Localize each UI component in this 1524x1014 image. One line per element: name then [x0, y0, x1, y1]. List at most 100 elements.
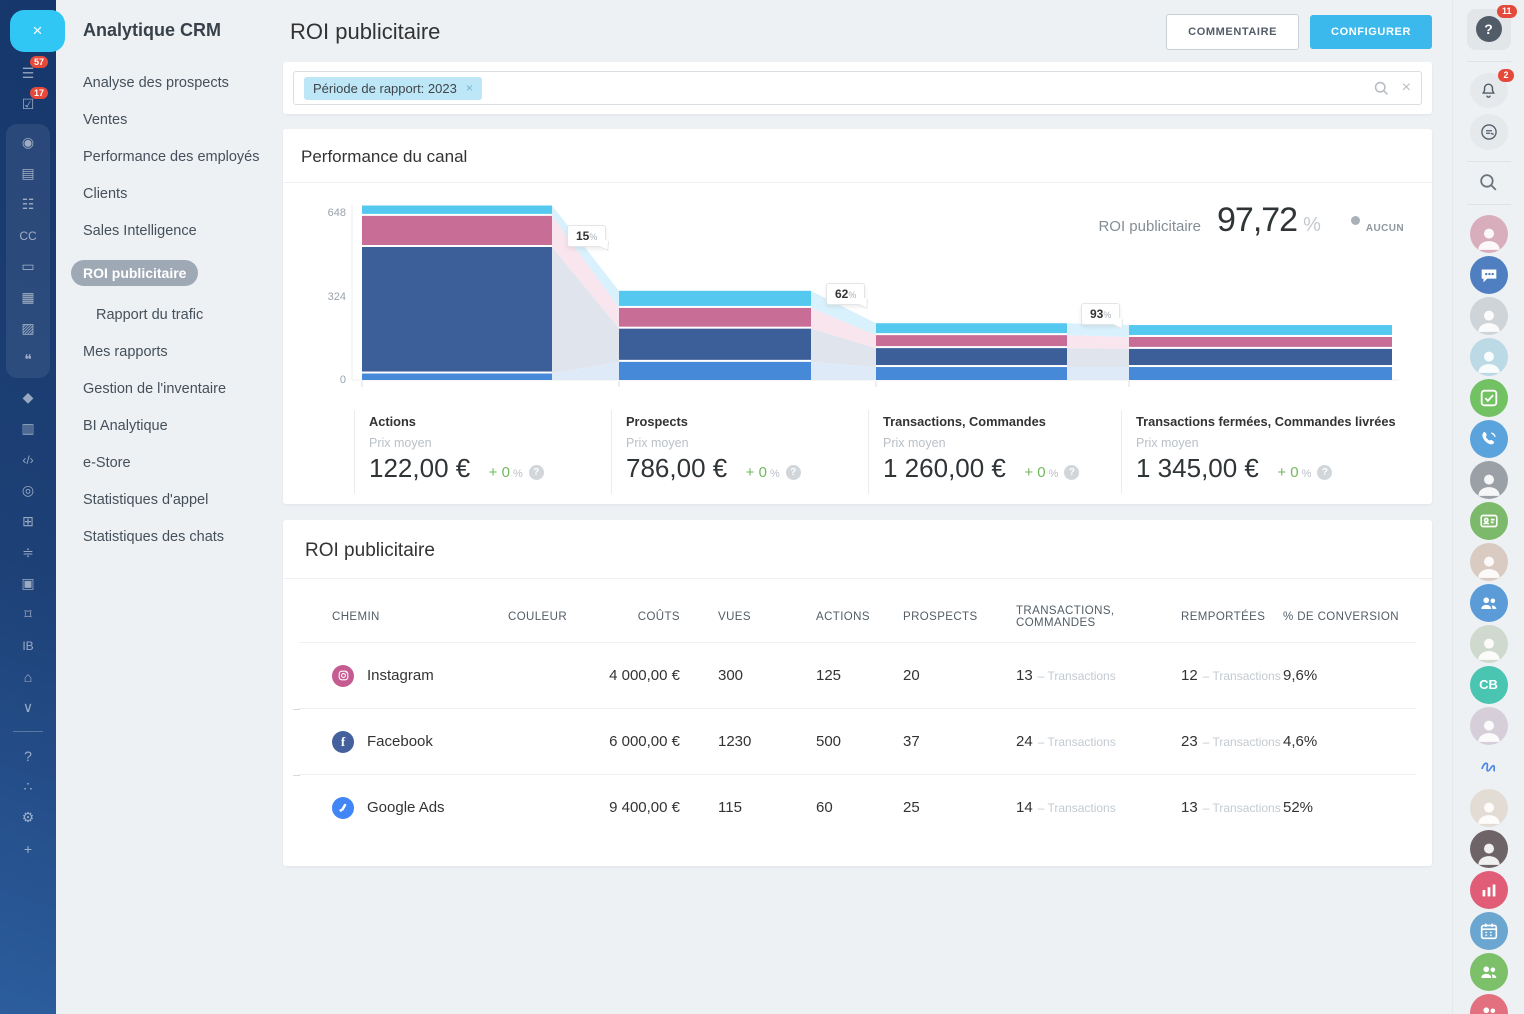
sidebar-item-gestion-de-l-inventaire[interactable]: Gestion de l'inventaire: [83, 381, 283, 397]
tasks-icon[interactable]: ☑ 17: [0, 87, 56, 120]
sidebar-item-rapport-du-trafic[interactable]: Rapport du trafic: [96, 307, 283, 323]
clear-filter-icon[interactable]: ×: [1402, 79, 1411, 97]
column-header-8[interactable]: REMPORTÉES: [1181, 611, 1283, 623]
app-root: × ☰ 57 ☑ 17 ◉ ▤ ☷ CC ▭ ▦ ▨ ❝ ◆ ▥ ‹/› ◎ ⊞ ≑ ▣ ⌑ IB ⌂ ∨? ∴ ⚙ + Anal…: [0, 0, 1524, 1014]
documents-icon[interactable]: ▨: [6, 313, 50, 344]
developer-icon[interactable]: ‹/›: [0, 444, 56, 475]
chat-group-avatar[interactable]: [1469, 255, 1508, 294]
feed-icon[interactable]: ☰ 57: [0, 56, 56, 89]
main-content: ROI publicitaire COMMENTAIRE CONFIGURER …: [283, 0, 1432, 866]
chat-panel-button[interactable]: [1469, 114, 1508, 150]
support-icon[interactable]: ?: [0, 740, 56, 771]
stage-4-summary: Transactions fermées, Commandes livrées …: [1121, 410, 1397, 494]
table-row-facebook[interactable]: – f Facebook 6 000,00 € 1230 500 37 24– …: [293, 701, 1416, 774]
user-avatar[interactable]: [1469, 624, 1508, 663]
sidebar-item-bi-analytique[interactable]: BI Analytique: [83, 418, 283, 434]
add-icon[interactable]: +: [0, 833, 56, 864]
column-header-2[interactable]: COULEUR: [508, 611, 608, 623]
contacts-icon[interactable]: ▥: [0, 413, 56, 444]
phone-avatar[interactable]: [1469, 419, 1508, 458]
calendar-avatar[interactable]: [1469, 911, 1508, 950]
automation-icon[interactable]: ≑: [0, 537, 56, 568]
column-header-7[interactable]: TRANSACTIONS, COMMANDES: [1016, 605, 1181, 629]
user-avatar[interactable]: [1469, 542, 1508, 581]
employees-icon[interactable]: ☷: [6, 189, 50, 220]
table-rows: Instagram 4 000,00 € 300 125 20 13– Tran…: [293, 642, 1416, 840]
settings-icon[interactable]: ⚙: [0, 802, 56, 833]
stage-name: Transactions, Commandes: [883, 414, 1046, 429]
video-icon[interactable]: ▣: [0, 568, 56, 599]
column-header-5[interactable]: ACTIONS: [816, 611, 903, 623]
column-header-6[interactable]: PROSPECTS: [903, 611, 1016, 623]
sidebar-item-clients[interactable]: Clients: [83, 186, 283, 202]
table-row-instagram[interactable]: Instagram 4 000,00 € 300 125 20 13– Tran…: [299, 642, 1416, 708]
left-rail: × ☰ 57 ☑ 17 ◉ ▤ ☷ CC ▭ ▦ ▨ ❝ ◆ ▥ ‹/› ◎ ⊞ ≑ ▣ ⌑ IB ⌂ ∨? ∴ ⚙ +: [0, 0, 65, 1014]
search-icon[interactable]: [1373, 80, 1390, 97]
column-header-3[interactable]: COÛTS: [608, 611, 718, 623]
company-icon[interactable]: ⌂: [0, 661, 56, 692]
user-avatar[interactable]: [1469, 706, 1508, 745]
warehouse-icon[interactable]: ◆: [0, 382, 56, 413]
column-header-9[interactable]: % DE CONVERSION: [1283, 611, 1416, 623]
won-cell: 23– Transactions: [1181, 733, 1281, 750]
sidebar-item-roi-publicitaire[interactable]: ROI publicitaire: [71, 260, 283, 286]
roi-table-card: ROI publicitaire CHEMIN COULEUR COÛTS VUES A…: [283, 520, 1432, 866]
cc-icon[interactable]: CC: [6, 220, 50, 251]
people-avatar[interactable]: [1469, 952, 1508, 991]
column-header-1[interactable]: CHEMIN: [332, 611, 508, 623]
svg-text:648: 648: [328, 207, 346, 219]
filter-input[interactable]: Période de rapport: 2023 × ×: [293, 71, 1422, 105]
sidebar-item-mes-rapports[interactable]: Mes rapports: [83, 344, 283, 360]
active-pill: ROI publicitaire: [71, 260, 199, 286]
kanban-icon[interactable]: ▤: [6, 158, 50, 189]
stage-delta: + 0: [488, 464, 510, 481]
user-avatar[interactable]: [1469, 337, 1508, 376]
sidebar-item-e-store[interactable]: e-Store: [83, 455, 283, 471]
sidebar-item-ventes[interactable]: Ventes: [83, 112, 283, 128]
stage-help-icon[interactable]: ?: [528, 465, 544, 480]
search-panel-button[interactable]: [1478, 172, 1499, 193]
shop-icon[interactable]: ⊞: [0, 506, 56, 537]
sidebar-item-analyse-des-prospects[interactable]: Analyse des prospects: [83, 75, 283, 91]
calendar-icon[interactable]: ▦: [6, 282, 50, 313]
messenger-icon[interactable]: ❝: [6, 344, 50, 375]
sidebar-item-statistiques-d-appel[interactable]: Statistiques d'appel: [83, 492, 283, 508]
filter-chip[interactable]: Période de rapport: 2023 ×: [304, 76, 482, 100]
mobile-icon[interactable]: ⌑: [0, 599, 56, 630]
more-icon[interactable]: ∨: [0, 692, 56, 723]
drive-icon[interactable]: ▭: [6, 251, 50, 282]
close-menu-button[interactable]: ×: [10, 10, 65, 52]
stage-help-icon[interactable]: ?: [785, 465, 801, 480]
check-avatar[interactable]: [1469, 378, 1508, 417]
user-avatar[interactable]: [1469, 296, 1508, 335]
stage-help-icon[interactable]: ?: [1064, 465, 1080, 480]
people-avatar[interactable]: [1469, 583, 1508, 622]
stage-help-icon[interactable]: ?: [1317, 465, 1333, 480]
id-card-avatar[interactable]: [1469, 501, 1508, 540]
marketing-icon[interactable]: ◎: [0, 475, 56, 506]
crm-icon[interactable]: ◉: [6, 127, 50, 158]
page-title: ROI publicitaire: [290, 19, 441, 44]
chart-avatar[interactable]: [1469, 870, 1508, 909]
help-button[interactable]: ? 11: [1466, 5, 1517, 50]
filter-chip-label: Période de rapport: 2023: [313, 80, 457, 96]
doodle-avatar[interactable]: [1470, 748, 1508, 786]
sidebar-item-sales-intelligence[interactable]: Sales Intelligence: [83, 223, 283, 239]
user-avatar[interactable]: [1469, 214, 1508, 253]
configure-button[interactable]: CONFIGURER: [1310, 15, 1432, 49]
column-header-4[interactable]: VUES: [718, 611, 816, 623]
people-avatar[interactable]: [1469, 993, 1508, 1014]
initials-avatar[interactable]: CB: [1469, 665, 1508, 704]
comment-button[interactable]: COMMENTAIRE: [1166, 14, 1300, 50]
user-avatar[interactable]: [1469, 788, 1508, 827]
network-icon[interactable]: ∴: [0, 771, 56, 802]
sidebar-item-performance-des-employ-s[interactable]: Performance des employés: [83, 149, 283, 165]
user-avatar[interactable]: [1469, 460, 1508, 499]
chat-icon: [1480, 124, 1497, 140]
chip-remove-icon[interactable]: ×: [466, 81, 473, 95]
table-row-google-ads[interactable]: – Google Ads 9 400,00 € 115 60 25 14– Tr…: [293, 767, 1416, 840]
sidebar-item-statistiques-des-chats[interactable]: Statistiques des chats: [83, 529, 283, 545]
ib-icon[interactable]: IB: [0, 630, 56, 661]
user-avatar[interactable]: [1469, 829, 1508, 868]
notifications-button[interactable]: 2: [1469, 68, 1514, 109]
